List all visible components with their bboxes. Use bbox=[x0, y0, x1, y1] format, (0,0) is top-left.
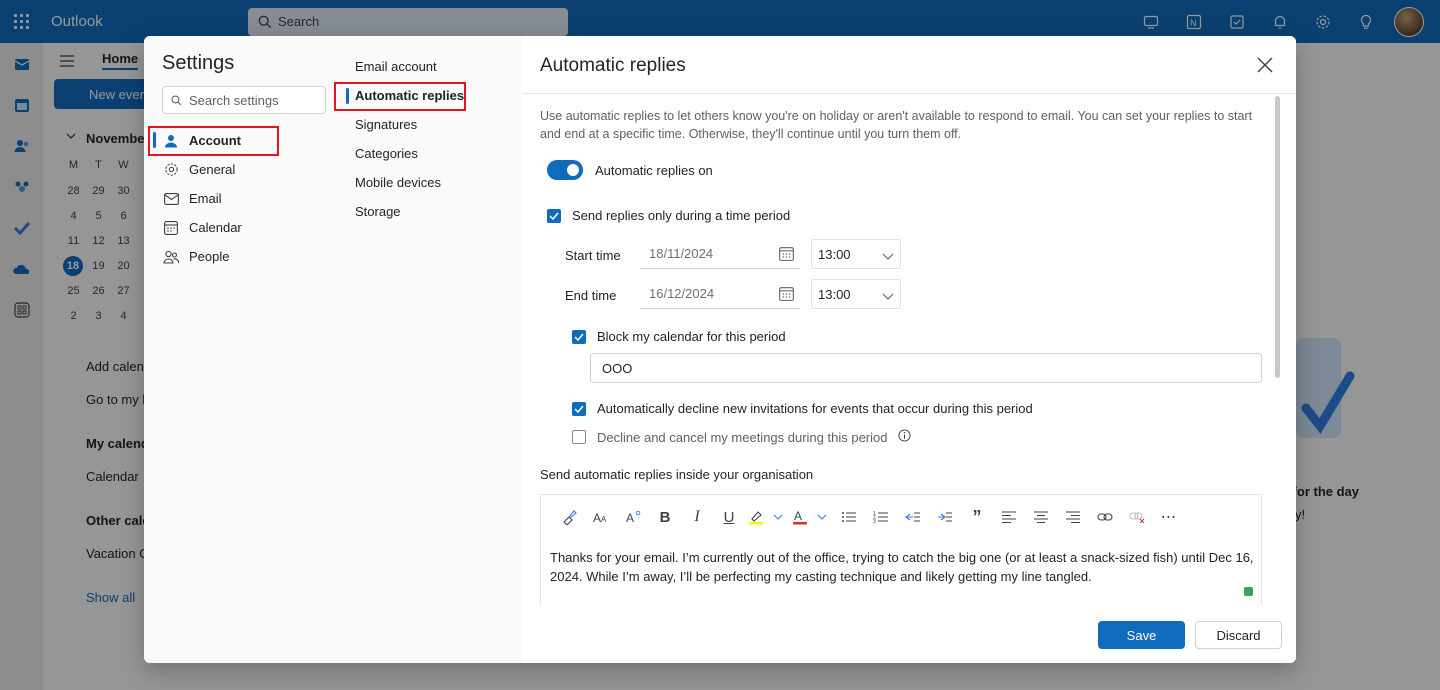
people-icon bbox=[162, 250, 180, 264]
align-left-icon[interactable] bbox=[993, 505, 1025, 529]
svg-text:A: A bbox=[626, 511, 634, 524]
chevron-down-icon[interactable] bbox=[811, 505, 833, 529]
bold-icon[interactable]: B bbox=[649, 505, 681, 529]
start-time-value: 13:00 bbox=[818, 246, 851, 262]
decline-cancel-label: Decline and cancel my meetings during th… bbox=[597, 429, 888, 445]
inside-org-label: Send automatic replies inside your organ… bbox=[540, 467, 814, 482]
description-text: Use automatic replies to let others know… bbox=[540, 109, 1253, 141]
chevron-down-icon[interactable] bbox=[767, 505, 789, 529]
settings-subcategory-pane: Email account Automatic replies Signatur… bbox=[334, 36, 522, 663]
settings-search-placeholder: Search settings bbox=[189, 92, 279, 108]
chevron-down-icon bbox=[882, 289, 894, 304]
nav-general-label: General bbox=[189, 162, 236, 177]
nav-calendar-label: Calendar bbox=[189, 220, 242, 235]
save-button[interactable]: Save bbox=[1098, 621, 1185, 649]
svg-text:A: A bbox=[593, 511, 601, 524]
decline-invites-checkbox[interactable] bbox=[572, 401, 586, 416]
font-size-icon[interactable]: AA bbox=[585, 505, 617, 529]
nav-email[interactable]: Email bbox=[148, 184, 334, 213]
settings-category-pane: Settings Search settings Account General… bbox=[144, 36, 338, 663]
subnav-categories[interactable]: Categories bbox=[346, 139, 516, 168]
align-right-icon[interactable] bbox=[1057, 505, 1089, 529]
nav-calendar[interactable]: Calendar bbox=[148, 213, 334, 242]
grammarly-icon[interactable] bbox=[1244, 587, 1253, 596]
chevron-down-icon bbox=[882, 249, 894, 264]
nav-general[interactable]: General bbox=[148, 155, 334, 184]
increase-indent-icon[interactable] bbox=[929, 505, 961, 529]
title-divider bbox=[522, 93, 1296, 94]
end-date-value: 16/12/2024 bbox=[649, 286, 715, 301]
subnav-email-account[interactable]: Email account bbox=[346, 52, 516, 81]
nav-people-label: People bbox=[189, 249, 230, 264]
start-time-label: Start time bbox=[565, 248, 621, 263]
end-time-dropdown[interactable]: 13:00 bbox=[811, 279, 901, 309]
automatic-replies-highlight-box bbox=[334, 82, 466, 111]
subject-value: OOO bbox=[602, 360, 633, 376]
account-highlight-box bbox=[148, 126, 279, 156]
start-date-field[interactable]: 18/11/2024 bbox=[640, 239, 800, 269]
settings-subcategory-list: Email account Automatic replies Signatur… bbox=[346, 52, 516, 226]
block-calendar-checkbox[interactable] bbox=[572, 329, 586, 344]
subnav-signatures[interactable]: Signatures bbox=[346, 110, 516, 139]
close-icon bbox=[1257, 57, 1273, 73]
settings-title: Settings bbox=[162, 52, 235, 74]
automatic-replies-pane: Automatic replies Use automatic replies … bbox=[522, 36, 1296, 663]
decline-invites-row: Automatically decline new invitations fo… bbox=[572, 401, 1033, 416]
automatic-replies-toggle[interactable] bbox=[547, 160, 583, 180]
svg-text:A: A bbox=[794, 509, 802, 523]
text-effects-icon[interactable]: A bbox=[617, 505, 649, 529]
end-date-field[interactable]: 16/12/2024 bbox=[640, 279, 800, 309]
settings-dialog: Settings Search settings Account General… bbox=[144, 36, 1296, 663]
decline-cancel-row: Decline and cancel my meetings during th… bbox=[572, 429, 911, 445]
time-period-row: Send replies only during a time period bbox=[547, 208, 790, 223]
time-period-label: Send replies only during a time period bbox=[572, 208, 791, 223]
block-calendar-subject-input[interactable]: OOO bbox=[590, 353, 1262, 383]
font-color-icon[interactable]: A bbox=[789, 505, 811, 529]
bullets-icon[interactable] bbox=[833, 505, 865, 529]
automatic-replies-toggle-row: Automatic replies on bbox=[547, 160, 713, 180]
block-calendar-row: Block my calendar for this period bbox=[572, 329, 786, 344]
formatting-toolbar: AA A B I U A 123 ” ⋯ bbox=[553, 505, 1185, 529]
decline-cancel-checkbox[interactable] bbox=[572, 430, 586, 444]
calendar-icon[interactable] bbox=[779, 246, 794, 264]
numbering-icon[interactable]: 123 bbox=[865, 505, 897, 529]
gear-icon bbox=[162, 162, 180, 177]
decrease-indent-icon[interactable] bbox=[897, 505, 929, 529]
message-body[interactable]: Thanks for your email. I’m currently out… bbox=[550, 548, 1255, 586]
subnav-mobile-devices[interactable]: Mobile devices bbox=[346, 168, 516, 197]
mail-icon bbox=[162, 192, 180, 205]
page-title: Automatic replies bbox=[540, 55, 686, 76]
calendar-icon[interactable] bbox=[779, 286, 794, 304]
block-calendar-label: Block my calendar for this period bbox=[597, 329, 786, 344]
dialog-footer: Save Discard bbox=[522, 605, 1296, 663]
underline-icon[interactable]: U bbox=[713, 505, 745, 529]
calendar-icon bbox=[162, 220, 180, 235]
nav-email-label: Email bbox=[189, 191, 222, 206]
link-icon[interactable] bbox=[1089, 505, 1121, 529]
svg-text:A: A bbox=[601, 515, 607, 524]
close-button[interactable] bbox=[1254, 54, 1276, 76]
end-time-label: End time bbox=[565, 288, 617, 303]
time-period-checkbox[interactable] bbox=[547, 208, 561, 223]
decline-invites-label: Automatically decline new invitations fo… bbox=[597, 401, 1033, 416]
toggle-label: Automatic replies on bbox=[595, 162, 713, 178]
info-icon[interactable] bbox=[897, 429, 911, 445]
subnav-storage[interactable]: Storage bbox=[346, 197, 516, 226]
more-options-icon[interactable]: ⋯ bbox=[1153, 505, 1185, 529]
end-time-value: 13:00 bbox=[818, 286, 851, 302]
quote-icon[interactable]: ” bbox=[961, 505, 993, 529]
discard-button[interactable]: Discard bbox=[1195, 621, 1282, 649]
search-icon bbox=[171, 94, 182, 105]
format-painter-icon[interactable] bbox=[553, 505, 585, 529]
nav-people[interactable]: People bbox=[148, 242, 334, 271]
start-date-value: 18/11/2024 bbox=[649, 246, 714, 261]
scrollbar[interactable] bbox=[1275, 96, 1280, 378]
highlight-icon[interactable] bbox=[745, 505, 767, 529]
italic-icon[interactable]: I bbox=[681, 505, 713, 529]
settings-search-input[interactable]: Search settings bbox=[162, 86, 326, 114]
svg-text:3: 3 bbox=[873, 519, 876, 524]
align-center-icon[interactable] bbox=[1025, 505, 1057, 529]
remove-link-icon[interactable] bbox=[1121, 505, 1153, 529]
start-time-dropdown[interactable]: 13:00 bbox=[811, 239, 901, 269]
